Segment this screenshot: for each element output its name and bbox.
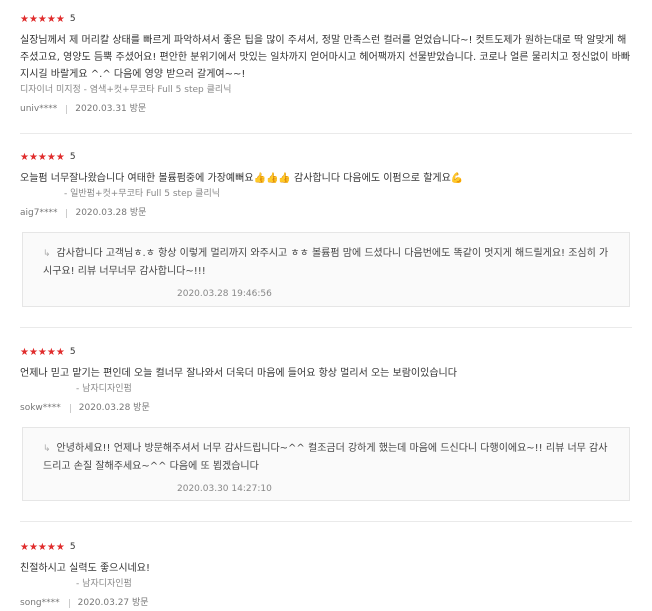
- review-text-part: 감사합니다 다음에도 이펌으로 할게요: [290, 173, 451, 184]
- visit-date: 2020.03.27 방문: [77, 598, 149, 608]
- reply-timestamp: 2020.03.28 19:46:56: [177, 289, 272, 299]
- thumbs-up-icon: 👍👍👍: [253, 173, 291, 184]
- review-text: 친절하시고 실력도 좋으시네요!: [20, 563, 150, 574]
- service-info: - 일반펌+컷+무코타 Full 5 step 클리닉: [64, 189, 221, 199]
- star-rating-icon: ★★★★★: [20, 151, 65, 163]
- star-rating-icon: ★★★★★: [20, 541, 65, 553]
- service-info: 디자이너 미지정 - 염색+컷+무코타 Full 5 step 클리닉: [20, 85, 232, 95]
- author-meta: univ**** 2020.03.31 방문: [20, 102, 632, 116]
- review-text: 오늘펌 너무잘나왔습니다 여태한 볼륨펌중에 가장예뻐요👍👍👍 감사합니다 다음…: [20, 170, 632, 187]
- service-info: - 남자디자인펌: [76, 384, 132, 394]
- reply-text: 안녕하세요!! 언제나 방문해주셔서 너무 감사드립니다~^^ 컬조금더 강하게…: [43, 443, 608, 472]
- owner-reply: ↳ 안녕하세요!! 언제나 방문해주셔서 너무 감사드립니다~^^ 컬조금더 강하…: [22, 427, 630, 501]
- reply-text-row: ↳ 감사합니다 고객님ㅎ.ㅎ 항상 이렇게 멀리까지 와주시고 ㅎㅎ 볼륨펌 맘에…: [43, 245, 615, 280]
- rating-row: ★★★★★ 5: [20, 12, 632, 26]
- rating-row: ★★★★★ 5: [20, 540, 632, 554]
- author-id: aig7****: [20, 208, 58, 218]
- divider: [66, 104, 68, 114]
- visit-date: 2020.03.28 방문: [75, 208, 147, 218]
- review-item: ★★★★★ 5 언제나 믿고 맡기는 편인데 오늘 컬너무 잘나와서 더욱더 마…: [20, 345, 632, 415]
- visit-date: 2020.03.31 방문: [75, 104, 147, 114]
- star-rating-icon: ★★★★★: [20, 13, 65, 25]
- rating-score: 5: [69, 152, 76, 162]
- rating-row: ★★★★★ 5: [20, 150, 632, 164]
- review-text-part: 오늘펌 너무잘나왔습니다 여태한 볼륨펌중에 가장예뻐요: [20, 173, 254, 184]
- rating-row: ★★★★★ 5: [20, 345, 632, 359]
- flexed-bicep-icon: 💪: [450, 173, 464, 184]
- review-divider: [20, 521, 632, 522]
- review-item: ★★★★★ 5 친절하시고 실력도 좋으시네요! - 남자디자인펌 song**…: [20, 540, 632, 610]
- author-id: song****: [20, 598, 60, 608]
- author-id: univ****: [20, 104, 58, 114]
- rating-score: 5: [69, 14, 76, 24]
- author-meta: aig7**** 2020.03.28 방문: [20, 206, 632, 220]
- divider: [68, 598, 70, 608]
- owner-reply: ↳ 감사합니다 고객님ㅎ.ㅎ 항상 이렇게 멀리까지 와주시고 ㅎㅎ 볼륨펌 맘에…: [22, 232, 630, 307]
- reply-arrow-icon: ↳: [43, 249, 51, 259]
- reply-timestamp: 2020.03.30 14:27:10: [177, 484, 272, 494]
- author-id: sokw****: [20, 403, 61, 413]
- author-meta: sokw**** 2020.03.28 방문: [20, 401, 632, 415]
- reply-text: 감사합니다 고객님ㅎ.ㅎ 항상 이렇게 멀리까지 와주시고 ㅎㅎ 볼륨펌 맘에 …: [43, 248, 609, 277]
- star-rating-icon: ★★★★★: [20, 346, 65, 358]
- review-divider: [20, 327, 632, 328]
- reply-arrow-icon: ↳: [43, 444, 51, 454]
- rating-score: 5: [69, 542, 76, 552]
- service-info: - 남자디자인펌: [76, 579, 132, 589]
- reply-text-row: ↳ 안녕하세요!! 언제나 방문해주셔서 너무 감사드립니다~^^ 컬조금더 강하…: [43, 440, 615, 475]
- divider: [66, 208, 68, 218]
- review-text: 언제나 믿고 맡기는 편인데 오늘 컬너무 잘나와서 더욱더 마음에 들어요 항…: [20, 368, 457, 379]
- review-item: ★★★★★ 5 실장님께서 제 머리칼 상태를 빠르게 파악하셔서 좋은 팁을 …: [20, 12, 632, 116]
- review-item: ★★★★★ 5 오늘펌 너무잘나왔습니다 여태한 볼륨펌중에 가장예뻐요👍👍👍 …: [20, 150, 632, 220]
- divider: [69, 403, 71, 413]
- rating-score: 5: [69, 347, 76, 357]
- review-text: 실장님께서 제 머리칼 상태를 빠르게 파악하셔서 좋은 팁을 많이 주셔서, …: [20, 35, 631, 80]
- review-divider: [20, 133, 632, 134]
- author-meta: song**** 2020.03.27 방문: [20, 596, 632, 610]
- visit-date: 2020.03.28 방문: [78, 403, 150, 413]
